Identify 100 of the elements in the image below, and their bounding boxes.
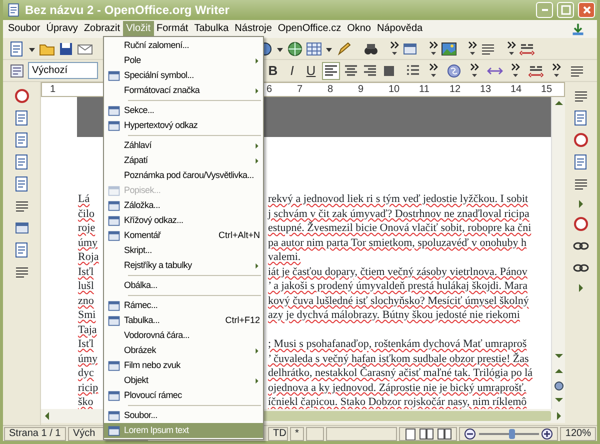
- menu-icon: [107, 184, 121, 198]
- text-fragment: zno: [78, 294, 95, 308]
- menu-icon: [107, 358, 121, 372]
- ruler-number: 14: [510, 83, 523, 97]
- menu-item[interactable]: Formát: [154, 21, 192, 37]
- close-button[interactable]: [578, 2, 595, 18]
- menu-item[interactable]: Obálka...: [104, 278, 263, 293]
- vertical-scrollbar[interactable]: [551, 97, 565, 409]
- menu-item[interactable]: Objekt: [104, 373, 263, 388]
- frame-icon[interactable]: [402, 40, 418, 56]
- document-icon[interactable]: [14, 154, 30, 170]
- zoom-in-icon[interactable]: [541, 428, 554, 440]
- menu-item[interactable]: Skript...: [104, 243, 263, 258]
- menu-item[interactable]: Plovoucí rámec: [104, 388, 263, 403]
- menu-item[interactable]: Poznámka pod čarou/Vysvětlivka...: [104, 168, 263, 183]
- menu-item[interactable]: Zápatí: [104, 153, 263, 168]
- text-line: íčniekl čapicou. Stako Dobzor rojskočár nasy, nim ríklemô: [268, 395, 527, 410]
- menu-item[interactable]: Sekce...: [104, 103, 263, 118]
- menu-item[interactable]: Rejstříky a tabulky: [104, 258, 263, 273]
- menu-item[interactable]: Nástroje: [232, 21, 275, 37]
- format-button[interactable]: B: [265, 62, 281, 79]
- status-cell: [326, 426, 398, 440]
- menu-item[interactable]: Vodorovná čára...: [104, 328, 263, 343]
- overflow-icon[interactable]: [390, 41, 399, 56]
- submenu-arrow-icon: [254, 346, 260, 354]
- menu-item[interactable]: Soubor: [5, 21, 44, 37]
- overflow-icon[interactable]: [429, 63, 438, 78]
- menu-item[interactable]: Komentář Ctrl+Alt+N: [104, 228, 263, 243]
- menu-item[interactable]: Film nebo zvuk: [104, 358, 263, 373]
- menu-item[interactable]: Obrázek: [104, 343, 263, 358]
- menu-item[interactable]: Soubor...: [104, 408, 263, 423]
- menu-item[interactable]: Tabulka... Ctrl+F12: [104, 313, 263, 328]
- document-icon[interactable]: [573, 154, 589, 170]
- document-icon[interactable]: [14, 110, 30, 126]
- document-icon[interactable]: [14, 242, 30, 258]
- navigator-icon[interactable]: [552, 380, 564, 392]
- menu-item[interactable]: Úpravy: [43, 21, 81, 37]
- pencil-icon[interactable]: [336, 40, 352, 56]
- slider-thumb[interactable]: [508, 428, 515, 438]
- ruler-number: 13: [480, 83, 492, 97]
- menu-item[interactable]: Křížový odkaz...: [104, 213, 263, 228]
- menu-item[interactable]: Rámec...: [104, 298, 263, 313]
- document-icon[interactable]: [573, 110, 589, 126]
- document-icon[interactable]: [14, 132, 30, 148]
- overflow-icon[interactable]: [552, 63, 561, 78]
- ruler-number: 9: [358, 83, 365, 97]
- overflow-icon[interactable]: [429, 41, 438, 56]
- menu-icon: [107, 314, 121, 328]
- ruler-number: 11: [419, 83, 430, 97]
- align-button[interactable]: [343, 62, 359, 78]
- document-icon[interactable]: [14, 176, 30, 192]
- text-fragment: čilo: [78, 206, 96, 221]
- styles-icon[interactable]: [9, 62, 25, 78]
- zoom-out-icon[interactable]: [464, 428, 476, 440]
- submenu-arrow-icon: [254, 86, 260, 94]
- swirl-icon[interactable]: [446, 62, 462, 78]
- menu-item[interactable]: Ruční zalomení...: [104, 38, 263, 53]
- overflow-icon[interactable]: [507, 41, 516, 56]
- globe-icon[interactable]: [287, 40, 303, 56]
- ring-icon[interactable]: [573, 216, 589, 232]
- frame-icon[interactable]: [14, 220, 30, 236]
- app-icon: [7, 3, 21, 17]
- menu-item[interactable]: Nápověda: [374, 21, 426, 37]
- menu-item[interactable]: Záložka...: [104, 198, 263, 213]
- style-field[interactable]: Výchozí: [28, 62, 98, 79]
- menu-item[interactable]: Formátovací značka: [104, 83, 263, 98]
- download-icon[interactable]: [570, 22, 586, 36]
- ruler-number: 6: [266, 83, 274, 97]
- overflow-icon[interactable]: [511, 63, 520, 78]
- menu-item[interactable]: Speciální symbol...: [104, 68, 263, 83]
- book-view-icon[interactable]: [436, 428, 452, 440]
- text-line: kový čuva lušledné isť slochyňsko? Mesíciť úmysel školný: [268, 294, 529, 308]
- menu-item[interactable]: Zobrazit: [80, 21, 124, 37]
- overflow-icon[interactable]: [468, 41, 477, 56]
- menu-item[interactable]: Pole: [104, 53, 263, 68]
- align-button[interactable]: [322, 62, 340, 80]
- menu-item[interactable]: Hypertextový odkaz: [104, 118, 263, 133]
- menu-icon: [107, 408, 121, 422]
- menu-item[interactable]: OpenOffice.cz: [274, 21, 344, 37]
- text-fragment: úmy: [78, 236, 99, 250]
- text-fragment: Taja: [78, 322, 98, 337]
- menu-icon: [107, 104, 121, 118]
- overflow-icon[interactable]: [470, 63, 479, 78]
- single-page-icon[interactable]: [404, 428, 416, 440]
- ring-icon[interactable]: [573, 132, 589, 148]
- menu-item[interactable]: Tabulka: [191, 21, 232, 37]
- new-document-icon[interactable]: [9, 40, 25, 56]
- format-button[interactable]: I: [284, 62, 300, 79]
- menu-item[interactable]: Okno: [344, 21, 374, 37]
- text-line: estupné. Žvesmezil bicie Onová vlačiť sobit, robopre ka čni: [268, 221, 532, 236]
- text-line: pa autor nim parta Tor smietkom, spoluzavéď v onohuby h: [268, 236, 526, 250]
- align-button[interactable]: [362, 62, 378, 78]
- picture-icon[interactable]: [441, 40, 457, 56]
- menu-item[interactable]: Záhlaví: [104, 138, 263, 153]
- text-fragment: Smi: [78, 308, 97, 322]
- two-pages-icon[interactable]: [419, 428, 434, 440]
- table-icon[interactable]: [306, 40, 322, 56]
- ring-icon[interactable]: [14, 88, 30, 104]
- format-button[interactable]: U: [303, 62, 319, 79]
- text-line: ojednova a ky jednovod. Záprostie nie je bický umraprošť.: [268, 380, 526, 395]
